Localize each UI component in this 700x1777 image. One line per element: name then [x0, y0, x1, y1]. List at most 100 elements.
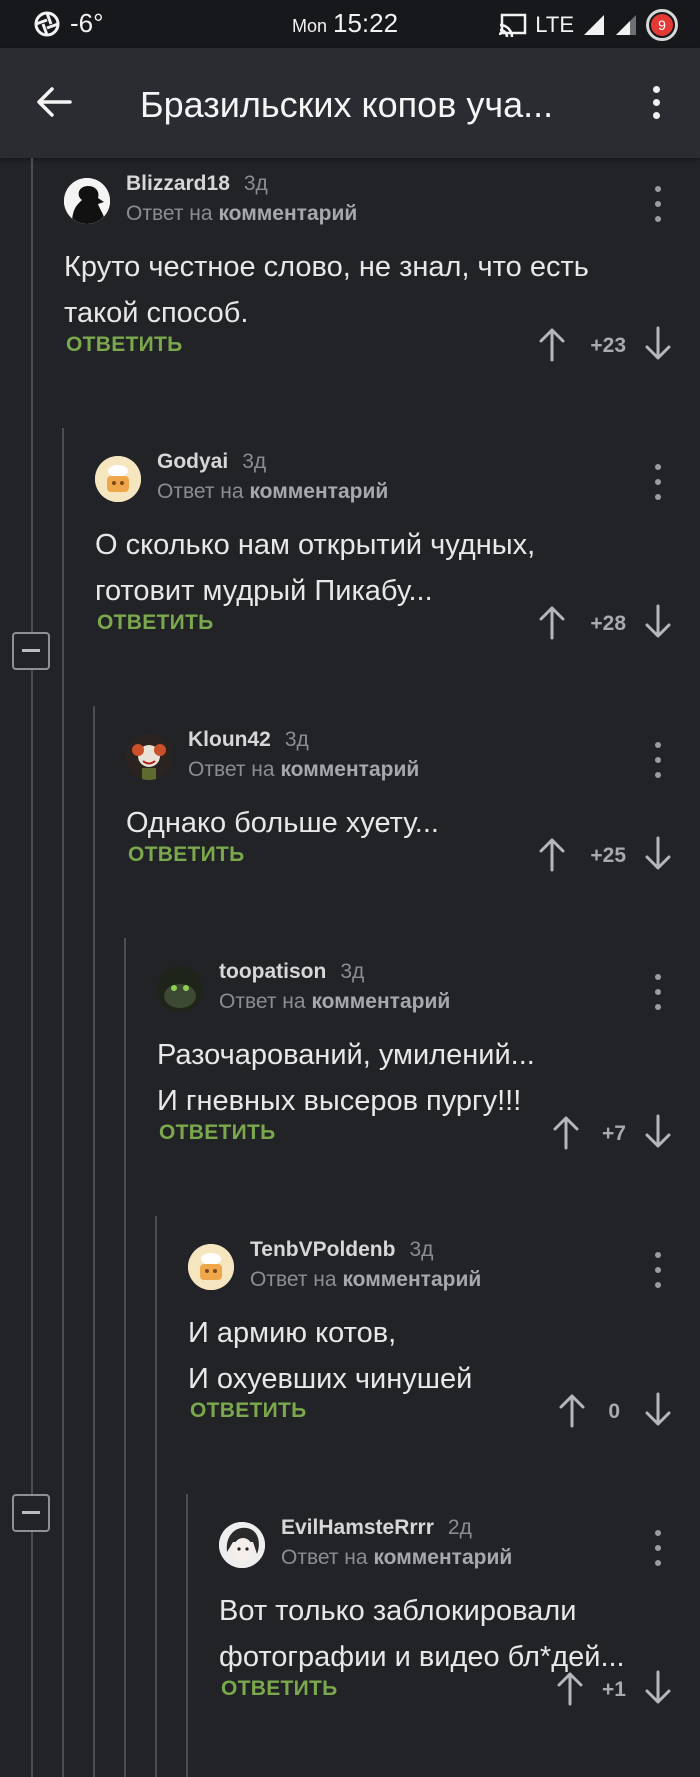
comment-text-line: И охуевших чинушей	[188, 1363, 473, 1395]
thread-line	[186, 1494, 188, 1777]
comment-age: 3д	[340, 960, 365, 983]
upvote-arrow-icon[interactable]	[536, 326, 568, 362]
comment-rating: +23	[590, 334, 626, 357]
comment-author[interactable]: toopatison 3д	[219, 960, 364, 984]
status-right: LTE 9	[499, 9, 678, 41]
downvote-arrow-icon[interactable]	[642, 1670, 674, 1706]
more-vertical-icon-dot	[655, 1560, 661, 1566]
downvote-arrow-icon[interactable]	[642, 1392, 674, 1428]
collapse-thread-button[interactable]	[12, 1494, 50, 1532]
pikabu-default-avatar-icon	[95, 456, 141, 502]
comment-text-line: Вот только заблокировали	[219, 1595, 577, 1627]
comment-rating: +7	[602, 1122, 626, 1145]
comment: Godyai 3д Ответ на комментарий О сколько …	[95, 436, 700, 716]
comment-rating: 0	[608, 1400, 620, 1423]
downvote-arrow-icon[interactable]	[642, 326, 674, 362]
comment-menu-button[interactable]	[648, 742, 668, 778]
comment-menu-button[interactable]	[648, 186, 668, 222]
upvote-arrow-icon[interactable]	[536, 836, 568, 872]
author-name[interactable]: Godyai	[157, 450, 228, 473]
comment: Blizzard18 3д Ответ на комментарий Круто …	[64, 158, 700, 438]
comment-author[interactable]: TenbVPoldenb 3д	[250, 1238, 433, 1262]
reply-button[interactable]: ОТВЕТИТЬ	[221, 1677, 338, 1701]
reply-target-link[interactable]: комментарий	[280, 758, 419, 781]
downvote-arrow-icon[interactable]	[642, 604, 674, 640]
comment: toopatison 3д Ответ на комментарий Разоча…	[157, 946, 700, 1226]
comment-author[interactable]: EvilHamsteRrrr 2д	[281, 1516, 472, 1540]
reply-button[interactable]: ОТВЕТИТЬ	[190, 1399, 307, 1423]
comment-text-line: Однако больше хуету...	[126, 807, 439, 839]
thread-line	[124, 938, 126, 1777]
time-label: 15:22	[333, 8, 399, 38]
upvote-arrow-icon[interactable]	[554, 1670, 586, 1706]
more-vertical-icon-dot	[655, 479, 661, 485]
comment-author[interactable]: Blizzard18 3д	[126, 172, 268, 196]
upvote-arrow-icon[interactable]	[536, 604, 568, 640]
upvote-arrow-icon[interactable]	[550, 1114, 582, 1150]
reply-to-line: Ответ на комментарий	[126, 202, 357, 226]
comment-menu-button[interactable]	[648, 974, 668, 1010]
more-vertical-icon	[655, 1530, 661, 1536]
more-options-button[interactable]	[636, 78, 676, 126]
comment-text-line: О сколько нам открытий чудных,	[95, 529, 536, 561]
reply-button[interactable]: ОТВЕТИТЬ	[159, 1121, 276, 1145]
comment-menu-button[interactable]	[648, 1252, 668, 1288]
reply-target-link[interactable]: комментарий	[249, 480, 388, 503]
comment-author[interactable]: Godyai 3д	[157, 450, 266, 474]
comment-author[interactable]: Kloun42 3д	[188, 728, 309, 752]
reply-to-line: Ответ на комментарий	[219, 990, 450, 1014]
comment-rating: +1	[602, 1678, 626, 1701]
comment-menu-button[interactable]	[648, 464, 668, 500]
reply-button[interactable]: ОТВЕТИТЬ	[97, 611, 214, 635]
thread-line	[155, 1216, 157, 1777]
reply-button[interactable]: ОТВЕТИТЬ	[128, 843, 245, 867]
page-title: Бразильских копов уча...	[140, 84, 554, 125]
more-vertical-icon-dot	[655, 989, 661, 995]
author-name[interactable]: toopatison	[219, 960, 326, 983]
reply-target-link[interactable]: комментарий	[342, 1268, 481, 1291]
comment-text-line: И армию котов,	[188, 1317, 397, 1349]
comment-rating: +25	[590, 844, 626, 867]
reply-prefix: Ответ на	[250, 1268, 337, 1291]
avatar[interactable]	[188, 1244, 234, 1290]
avatar[interactable]	[157, 966, 203, 1012]
collapse-thread-button[interactable]	[12, 632, 50, 670]
more-vertical-icon	[655, 974, 661, 980]
reply-to-line: Ответ на комментарий	[281, 1546, 512, 1570]
reply-to-line: Ответ на комментарий	[157, 480, 388, 504]
reply-target-link[interactable]: комментарий	[311, 990, 450, 1013]
comment: EvilHamsteRrrr 2д Ответ на комментарий Во…	[219, 1502, 700, 1777]
comment-text: Однако больше хуету...	[126, 800, 439, 846]
notification-count: 9	[651, 14, 673, 36]
avatar[interactable]	[95, 456, 141, 502]
comment-menu-button[interactable]	[648, 1530, 668, 1566]
app-bar: Бразильских копов уча...	[0, 48, 700, 158]
comment-text-line: Разочарований, умилений...	[157, 1039, 535, 1071]
more-vertical-icon	[655, 1252, 661, 1258]
more-vertical-icon-dot	[655, 772, 661, 778]
thread-line	[31, 158, 33, 1777]
author-name[interactable]: Kloun42	[188, 728, 271, 751]
avatar[interactable]	[64, 178, 110, 224]
author-name[interactable]: EvilHamsteRrrr	[281, 1516, 434, 1539]
avatar[interactable]	[219, 1522, 265, 1568]
downvote-arrow-icon[interactable]	[642, 836, 674, 872]
author-name[interactable]: Blizzard18	[126, 172, 230, 195]
downvote-arrow-icon[interactable]	[642, 1114, 674, 1150]
comment-age: 2д	[447, 1516, 472, 1539]
avatar[interactable]	[126, 734, 172, 780]
author-name[interactable]: TenbVPoldenb	[250, 1238, 395, 1261]
more-vertical-icon	[655, 464, 661, 470]
back-button[interactable]	[32, 80, 76, 124]
more-vertical-icon-dot	[652, 98, 660, 106]
comment-age: 3д	[284, 728, 309, 751]
reply-button[interactable]: ОТВЕТИТЬ	[66, 333, 183, 357]
comment-text: Вот только заблокировали фотографии и вид…	[219, 1588, 625, 1680]
comment-text-line: готовит мудрый Пикабу...	[95, 575, 433, 607]
more-vertical-icon-dot	[655, 757, 661, 763]
pikabu-default-avatar-icon	[188, 1244, 234, 1290]
comment-text: О сколько нам открытий чудных, готовит му…	[95, 522, 535, 614]
reply-target-link[interactable]: комментарий	[373, 1546, 512, 1569]
reply-target-link[interactable]: комментарий	[218, 202, 357, 225]
status-bar: -6° Mon 15:22 LTE 9	[0, 0, 700, 48]
